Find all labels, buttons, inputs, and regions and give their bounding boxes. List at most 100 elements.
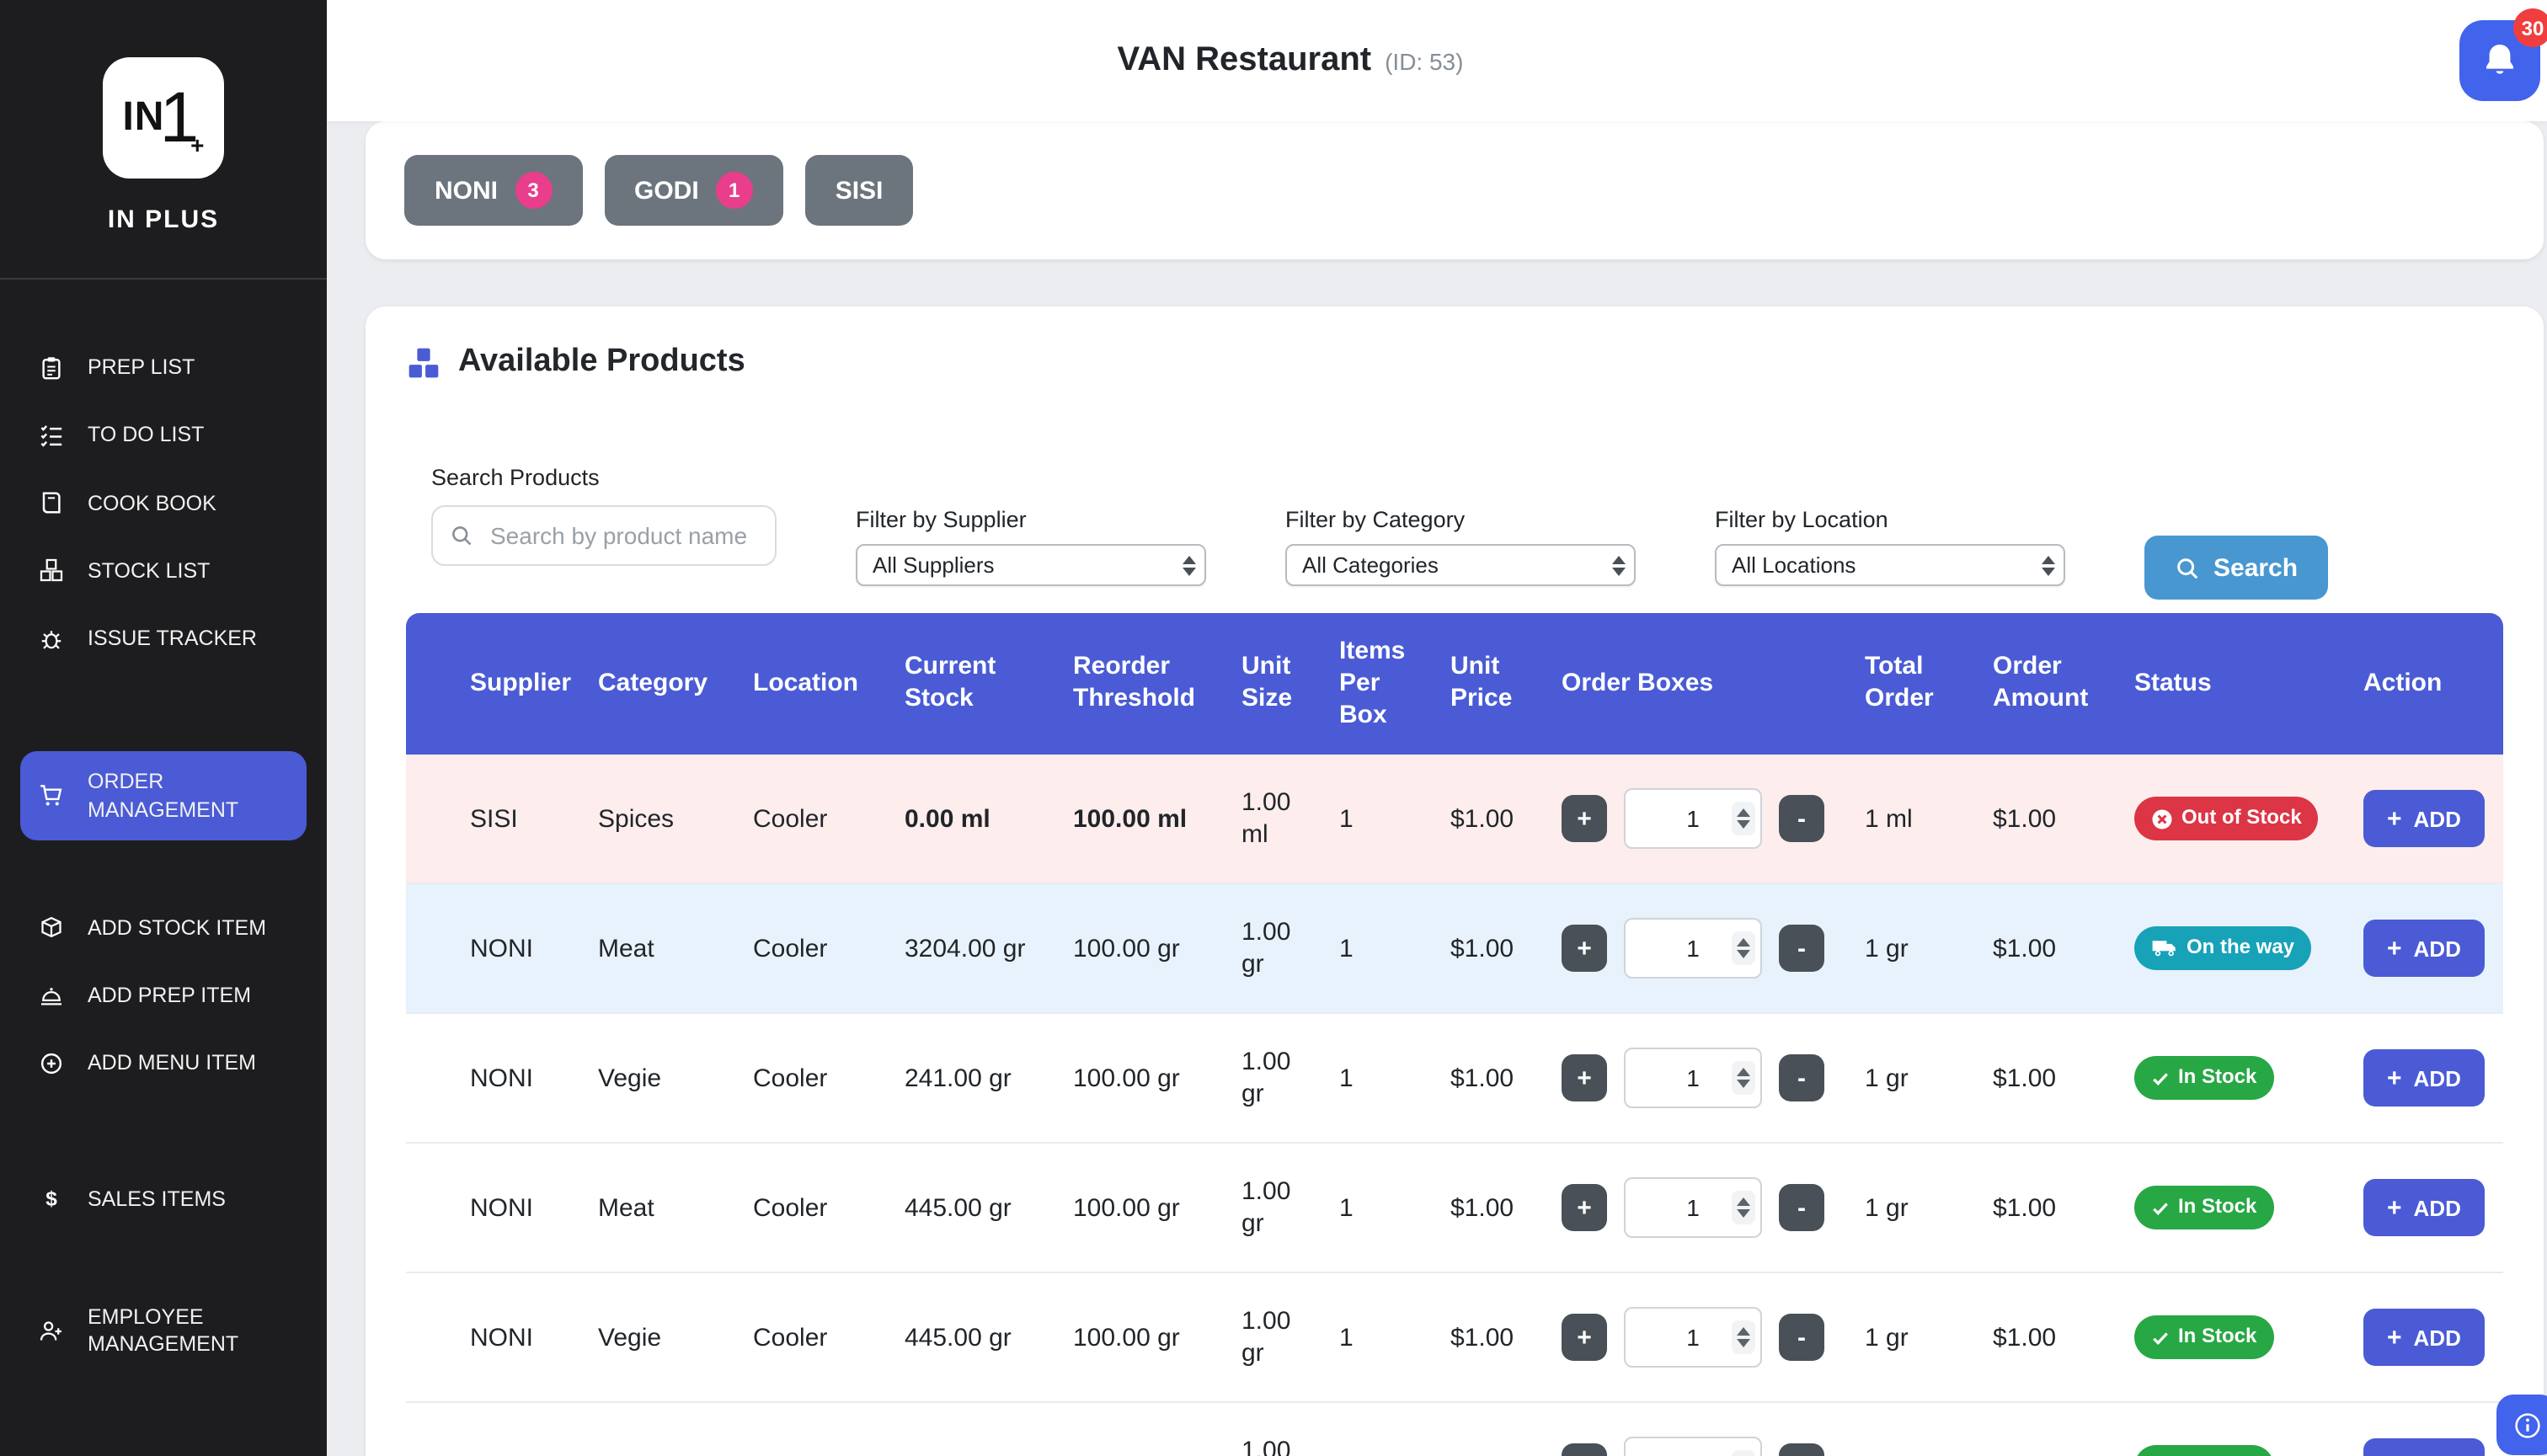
search-button[interactable]: Search xyxy=(2144,536,2328,600)
add-button-label: ADD xyxy=(2414,936,2461,962)
sidebar-item-label: ADD PREP ITEM xyxy=(88,982,251,1010)
cell-status: In Stock xyxy=(2117,1274,2347,1404)
supplier-chip-noni[interactable]: NONI 3 xyxy=(404,155,582,226)
increase-quantity-button[interactable]: + xyxy=(1562,1444,1607,1456)
number-spinner[interactable] xyxy=(1732,1451,1755,1456)
sidebar-item-add-stock-item[interactable]: ADD STOCK ITEM xyxy=(20,898,307,959)
person-plus-icon xyxy=(37,1318,66,1343)
number-spinner[interactable] xyxy=(1732,1192,1755,1225)
available-products-card: Available Products Search Products Filte… xyxy=(366,307,2544,1456)
cell-order-amount: $1.00 xyxy=(1976,755,2117,885)
column-header-status: Status xyxy=(2117,613,2347,755)
status-badge: Out of Stock xyxy=(2134,797,2319,840)
add-product-button[interactable]: + ADD xyxy=(2363,1050,2485,1107)
quantity-input[interactable]: 1 xyxy=(1624,789,1762,850)
sidebar-item-prep-list[interactable]: PREP LIST xyxy=(20,337,307,398)
cell-order-amount: $1.00 xyxy=(1976,1404,2117,1456)
decrease-quantity-button[interactable]: - xyxy=(1779,1444,1824,1456)
cell-current-stock: 3204.00 gr xyxy=(888,885,1056,1015)
cell-current-stock: 0.00 ml xyxy=(888,755,1056,885)
sidebar-item-label: ORDER MANAGEMENT xyxy=(88,769,290,824)
page-title: VAN Restaurant(ID: 53) xyxy=(1118,41,1464,80)
number-spinner[interactable] xyxy=(1732,1062,1755,1096)
cell-action: + ADD xyxy=(2347,1404,2503,1456)
cell-unit-price: $1.00 xyxy=(1434,1404,1545,1456)
increase-quantity-button[interactable]: + xyxy=(1562,1055,1607,1102)
cell-total-order: 1 gr xyxy=(1848,1015,1976,1144)
cell-action: + ADD xyxy=(2347,1274,2503,1404)
sidebar-item-label: PREP LIST xyxy=(88,354,195,381)
quantity-input[interactable]: 1 xyxy=(1624,919,1762,979)
decrease-quantity-button[interactable]: - xyxy=(1779,1185,1824,1232)
table-header: SupplierCategoryLocationCurrent StockReo… xyxy=(406,613,2503,755)
quantity-input[interactable]: 1 xyxy=(1624,1048,1762,1109)
sidebar-item-add-menu-item[interactable]: ADD MENU ITEM xyxy=(20,1033,307,1095)
decrease-quantity-button[interactable]: - xyxy=(1779,1055,1824,1102)
number-spinner[interactable] xyxy=(1732,1321,1755,1355)
cell-unit-price: $1.00 xyxy=(1434,885,1545,1015)
sidebar-item-sales-items[interactable]: $ SALES ITEMS xyxy=(20,1168,307,1229)
cell-current-stock: 445.00 gr xyxy=(888,1144,1056,1274)
status-badge: In Stock xyxy=(2134,1057,2273,1100)
column-header-unit-size: Unit Size xyxy=(1225,613,1322,755)
column-header-action: Action xyxy=(2347,613,2503,755)
increase-quantity-button[interactable]: + xyxy=(1562,1185,1607,1232)
search-products-label: Search Products xyxy=(431,465,777,490)
decrease-quantity-button[interactable]: - xyxy=(1779,925,1824,973)
supplier-chip-godi[interactable]: GODI 1 xyxy=(604,155,783,226)
add-product-button[interactable]: + ADD xyxy=(2363,791,2485,848)
cell-unit-size: 1.00 gr xyxy=(1225,1404,1322,1456)
product-row: NONI Vegie Cooler 431.00 gr 100.00 gr 1.… xyxy=(406,1404,2503,1456)
location-select[interactable]: All Locations xyxy=(1715,544,2065,586)
category-select[interactable]: All Categories xyxy=(1285,544,1636,586)
sidebar-item-stock-list[interactable]: STOCK LIST xyxy=(20,541,307,602)
cell-current-stock: 241.00 gr xyxy=(888,1015,1056,1144)
quantity-input[interactable]: 1 xyxy=(1624,1178,1762,1239)
increase-quantity-button[interactable]: + xyxy=(1562,1315,1607,1362)
add-product-button[interactable]: + ADD xyxy=(2363,920,2485,978)
search-box xyxy=(431,505,777,566)
products-table-body: SISI Spices Cooler 0.00 ml 100.00 ml 1.0… xyxy=(406,755,2503,1456)
add-product-button[interactable]: + ADD xyxy=(2363,1309,2485,1367)
cell-unit-price: $1.00 xyxy=(1434,755,1545,885)
quantity-value: 1 xyxy=(1686,803,1700,834)
add-product-button[interactable]: + ADD xyxy=(2363,1180,2485,1237)
cell-items-per-box: 1 xyxy=(1322,755,1434,885)
sidebar-item-add-prep-item[interactable]: ADD PREP ITEM xyxy=(20,965,307,1027)
sidebar-item-issue-tracker[interactable]: ISSUE TRACKER xyxy=(20,608,307,669)
quantity-input[interactable]: 1 xyxy=(1624,1437,1762,1456)
cell-order-boxes: + 1 - xyxy=(1545,1015,1848,1144)
number-spinner[interactable] xyxy=(1732,932,1755,966)
cell-order-boxes: + 1 - xyxy=(1545,1274,1848,1404)
search-input[interactable] xyxy=(431,505,777,566)
sidebar-item-label: EMPLOYEE MANAGEMENT xyxy=(88,1304,290,1358)
add-product-button[interactable]: + ADD xyxy=(2363,1439,2485,1456)
sidebar-item-label: TO DO LIST xyxy=(88,422,204,450)
cell-reorder-threshold: 100.00 gr xyxy=(1056,1274,1225,1404)
notifications-button[interactable]: 30 xyxy=(2459,20,2540,101)
cell-total-order: 1 ml xyxy=(1848,755,1976,885)
increase-quantity-button[interactable]: + xyxy=(1562,796,1607,843)
sidebar-item-order-management[interactable]: ORDER MANAGEMENT xyxy=(20,752,307,840)
sidebar-item-label: ISSUE TRACKER xyxy=(88,625,257,653)
column-header-location: Location xyxy=(736,613,888,755)
increase-quantity-button[interactable]: + xyxy=(1562,925,1607,973)
cell-order-amount: $1.00 xyxy=(1976,1144,2117,1274)
supplier-chip-sisi[interactable]: SISI xyxy=(805,155,914,226)
checklist-icon xyxy=(37,423,66,448)
quantity-input[interactable]: 1 xyxy=(1624,1308,1762,1368)
supplier-select[interactable]: All Suppliers xyxy=(856,544,1206,586)
sidebar-item-employee-management[interactable]: EMPLOYEE MANAGEMENT xyxy=(20,1287,307,1375)
cell-location: Cooler xyxy=(736,1144,888,1274)
menu-plus-icon xyxy=(37,1051,66,1076)
sidebar-item-cook-book[interactable]: COOK BOOK xyxy=(20,472,307,534)
decrease-quantity-button[interactable]: - xyxy=(1779,1315,1824,1362)
number-spinner[interactable] xyxy=(1732,803,1755,836)
check-icon xyxy=(2151,1069,2170,1088)
decrease-quantity-button[interactable]: - xyxy=(1779,796,1824,843)
status-text: Out of Stock xyxy=(2181,806,2302,832)
cell-status: In Stock xyxy=(2117,1404,2347,1456)
info-button[interactable] xyxy=(2496,1395,2547,1455)
sidebar-item-to-do-list[interactable]: TO DO LIST xyxy=(20,405,307,467)
cell-action: + ADD xyxy=(2347,1015,2503,1144)
